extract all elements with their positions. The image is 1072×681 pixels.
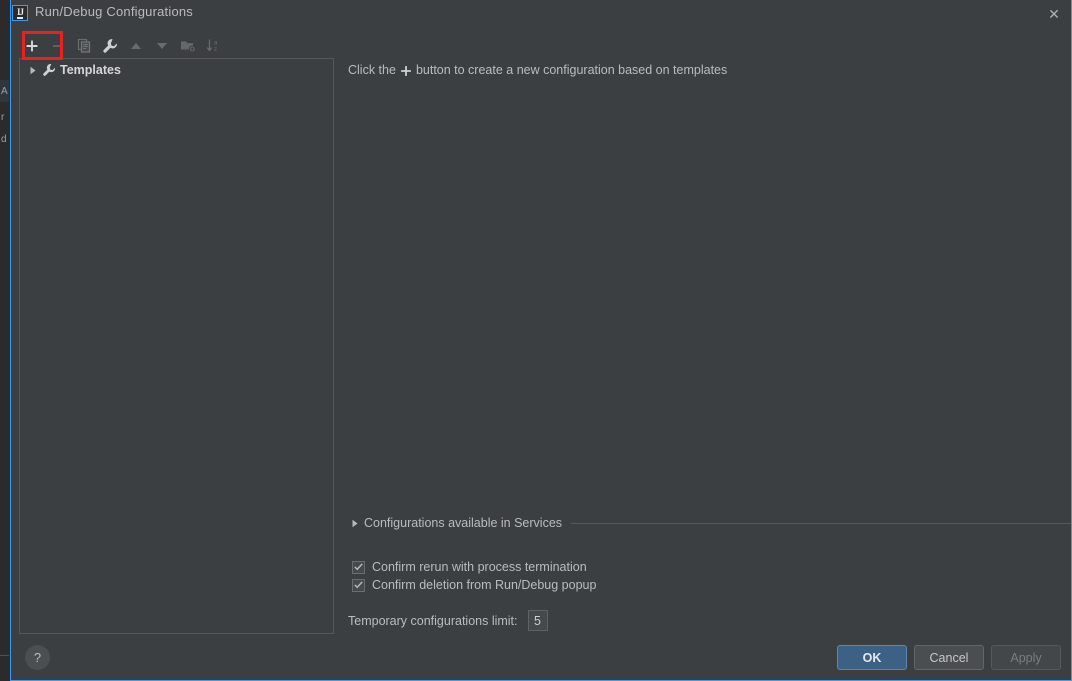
dialog-titlebar: IJ Run/Debug Configurations ✕ [11,0,1071,27]
background-text-fragment: r [1,112,5,123]
edit-templates-button[interactable] [97,33,123,59]
new-folder-button[interactable] [175,33,201,59]
empty-state-hint: Click the button to create a new configu… [348,63,727,77]
add-configuration-button[interactable] [19,33,45,59]
run-debug-configurations-dialog: IJ Run/Debug Configurations ✕ a z Templa… [10,0,1072,681]
copy-configuration-button[interactable] [71,33,97,59]
dialog-title: Run/Debug Configurations [35,4,194,19]
svg-text:z: z [214,47,217,53]
configuration-detail-pane: Click the button to create a new configu… [341,58,1071,638]
background-editor-strip: A r d [0,0,10,681]
confirm-rerun-checkbox-row[interactable]: Confirm rerun with process termination [352,560,587,574]
wrench-icon [40,63,58,77]
cancel-button[interactable]: Cancel [914,645,984,670]
intellij-idea-icon: IJ [12,5,28,21]
services-section-header[interactable]: Configurations available in Services [348,516,1071,530]
services-section-label: Configurations available in Services [364,516,563,530]
background-text-fragment: A [1,86,8,97]
triangle-right-icon[interactable] [26,66,40,75]
hint-suffix-text: button to create a new configuration bas… [415,63,728,77]
move-up-button[interactable] [123,33,149,59]
ok-button[interactable]: OK [837,645,907,670]
apply-button[interactable]: Apply [991,645,1061,670]
configurations-tree-panel[interactable]: Templates [19,58,334,634]
close-icon[interactable]: ✕ [1041,2,1067,26]
sort-alphabetically-button[interactable]: a z [201,33,227,59]
svg-text:a: a [214,41,218,47]
background-text-fragment: d [1,134,7,145]
plus-icon [400,65,412,77]
background-divider [0,655,9,656]
help-button[interactable]: ? [25,645,50,670]
confirm-rerun-checkbox[interactable] [352,560,365,574]
hint-prefix-text: Click the [348,63,396,77]
temporary-configurations-limit-row: Temporary configurations limit: [348,610,548,631]
confirm-deletion-checkbox-row[interactable]: Confirm deletion from Run/Debug popup [352,578,596,592]
app-icon-label: IJ [16,6,24,19]
configurations-toolbar: a z [19,32,339,59]
confirm-deletion-checkbox[interactable] [352,578,365,592]
temporary-limit-label: Temporary configurations limit: [348,613,518,628]
temporary-limit-input[interactable] [527,610,548,631]
tree-item-label: Templates [60,63,121,77]
remove-configuration-button[interactable] [45,33,71,59]
section-divider [571,522,1071,524]
move-down-button[interactable] [149,33,175,59]
confirm-deletion-label: Confirm deletion from Run/Debug popup [372,578,597,592]
triangle-right-icon[interactable] [348,519,362,528]
tree-item-templates[interactable]: Templates [20,59,333,81]
confirm-rerun-label: Confirm rerun with process termination [372,560,587,574]
